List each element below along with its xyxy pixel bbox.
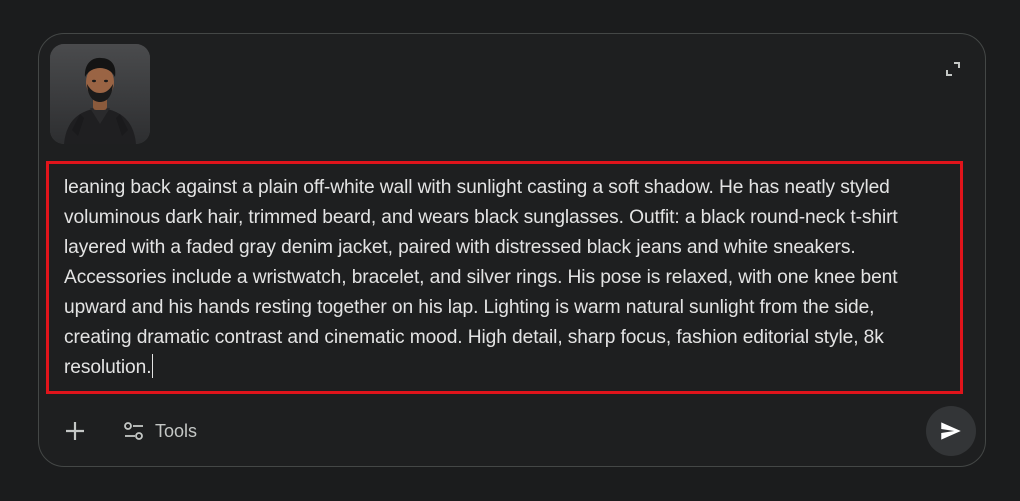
prompt-composer: leaning back against a plain off-white w…: [38, 33, 986, 467]
expand-icon: [946, 62, 960, 76]
image-attachment-thumbnail[interactable]: [50, 44, 150, 144]
prompt-input[interactable]: leaning back against a plain off-white w…: [64, 173, 945, 383]
tools-sliders-icon: [124, 422, 143, 440]
attachment-photo: [50, 44, 150, 144]
plus-icon: [66, 422, 84, 440]
text-caret: [152, 354, 154, 378]
send-icon: [941, 422, 961, 440]
tools-button[interactable]: Tools: [123, 417, 197, 445]
expand-button[interactable]: [943, 59, 963, 79]
add-attachment-button[interactable]: [63, 419, 87, 443]
prompt-text: leaning back against a plain off-white w…: [64, 177, 898, 378]
tools-label: Tools: [155, 420, 198, 441]
send-button[interactable]: [926, 406, 976, 456]
prompt-input-highlight[interactable]: leaning back against a plain off-white w…: [46, 161, 963, 394]
